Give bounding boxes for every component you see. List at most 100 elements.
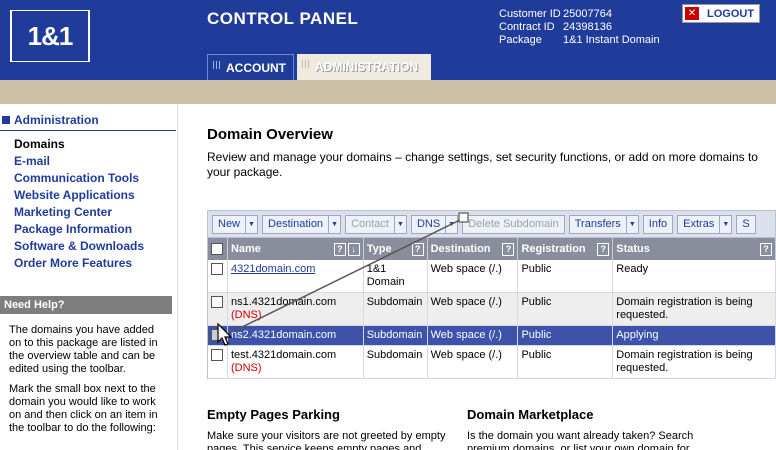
chevron-down-icon[interactable]: ▼: [625, 215, 638, 233]
select-all-cell: [208, 238, 228, 260]
domain-name-cell: ns1.4321domain.com (DNS): [228, 293, 364, 325]
brand-logo[interactable]: 1&1: [8, 8, 92, 64]
help-icon[interactable]: ?: [333, 242, 346, 256]
column-header-name[interactable]: Name? ↓: [228, 238, 364, 260]
sidebar-heading[interactable]: Administration: [2, 113, 99, 127]
extras-button-label: Extras: [683, 218, 715, 230]
chevron-down-icon[interactable]: ▼: [719, 215, 731, 233]
package-value: 1&1 Instant Domain: [563, 34, 660, 46]
status-cell: Domain registration is being requested.: [613, 293, 776, 325]
help-icon[interactable]: ?: [411, 242, 424, 256]
sidebar-item-order-more-features[interactable]: Order More Features: [14, 255, 144, 272]
chevron-down-icon[interactable]: ▼: [328, 215, 340, 233]
dns-tag: (DNS): [230, 309, 262, 321]
transfers-button[interactable]: Transfers ▼: [568, 214, 639, 234]
info-button-label: Info: [648, 218, 668, 230]
help-paragraph: Mark the small box next to the domain yo…: [9, 383, 158, 434]
tab-administration[interactable]: ADMINISTRATION: [297, 54, 431, 80]
domain-name-cell: 4321domain.com: [228, 260, 364, 292]
chevron-down-icon[interactable]: ▼: [445, 215, 457, 233]
registration-cell: Public: [518, 260, 614, 292]
column-header-label: Type: [366, 243, 392, 255]
empty-pages-parking-text: Make sure your visitors are not greeted …: [207, 430, 446, 450]
page-title: Domain Overview: [207, 126, 333, 143]
tab-account[interactable]: ACCOUNT: [207, 54, 294, 80]
sidebar-item-package-information[interactable]: Package Information: [14, 221, 144, 238]
destination-button[interactable]: Destination ▼: [262, 214, 342, 234]
row-checkbox[interactable]: [211, 263, 223, 275]
help-icon[interactable]: ?: [502, 242, 515, 256]
info-button[interactable]: Info: [642, 214, 674, 234]
column-header-registration[interactable]: Registration?: [518, 238, 614, 260]
new-button-label: New: [218, 218, 241, 230]
domain-name: test.4321domain.com: [230, 349, 337, 361]
row-select-cell: [208, 293, 228, 325]
table-row[interactable]: ns2.4321domain.com Subdomain Web space (…: [208, 326, 776, 346]
registration-cell: Public: [518, 293, 614, 325]
column-header-label: Registration: [521, 243, 586, 255]
more-button[interactable]: S: [736, 214, 756, 234]
extras-button[interactable]: Extras ▼: [677, 214, 733, 234]
type-cell: Subdomain: [364, 346, 428, 378]
sidebar-item-email[interactable]: E-mail: [14, 153, 144, 170]
sidebar-item-software-downloads[interactable]: Software & Downloads: [14, 238, 144, 255]
table-row[interactable]: ns1.4321domain.com (DNS) Subdomain Web sp…: [208, 293, 776, 326]
help-heading: Need Help?: [0, 296, 172, 314]
table-row[interactable]: 4321domain.com 1&1 Domain Web space (/.)…: [208, 260, 776, 293]
customer-info: Customer ID 25007764 Contract ID 24398136 …: [499, 8, 660, 47]
customer-id-value: 25007764: [563, 8, 612, 20]
column-header-destination[interactable]: Destination?: [428, 238, 519, 260]
chevron-down-icon[interactable]: ▼: [393, 215, 406, 233]
column-header-status[interactable]: Status?: [613, 238, 776, 260]
column-header-label: Status: [616, 243, 650, 255]
domain-name: ns1.4321domain.com: [230, 296, 337, 308]
destination-cell: Web space (/.): [428, 293, 519, 325]
package-label: Package: [499, 34, 542, 46]
empty-pages-parking-title: Empty Pages Parking: [207, 407, 340, 422]
row-checkbox[interactable]: [211, 296, 223, 308]
header-bar: 1&1 CONTROL PANEL Customer ID 25007764 Co…: [0, 0, 776, 80]
sidebar-item-marketing-center[interactable]: Marketing Center: [14, 204, 144, 221]
row-select-cell: [208, 260, 228, 292]
type-cell: Subdomain: [364, 326, 428, 345]
mouse-cursor-icon: [217, 322, 233, 346]
minus-icon: [2, 116, 10, 124]
logout-button[interactable]: ✕ LOGOUT: [682, 4, 760, 23]
help-icon[interactable]: ?: [597, 242, 610, 256]
brand-logo-text: 1&1: [12, 11, 88, 61]
domain-table: Name? ↓ Type? Destination? Registration? …: [207, 238, 776, 379]
type-cell: 1&1 Domain: [364, 260, 428, 292]
status-cell: Domain registration is being requested.: [613, 346, 776, 378]
sidebar-nav: Domains E-mail Communication Tools Websi…: [14, 136, 144, 272]
dns-button[interactable]: DNS ▼: [410, 214, 459, 234]
domain-name-cell: ns2.4321domain.com: [228, 326, 364, 345]
customer-id-label: Customer ID: [499, 8, 561, 20]
sidebar-item-communication-tools[interactable]: Communication Tools: [14, 170, 144, 187]
dns-tag: (DNS): [230, 362, 262, 374]
help-paragraph: The domains you have added on to this pa…: [9, 324, 158, 375]
help-icon[interactable]: ?: [759, 242, 772, 256]
table-row[interactable]: test.4321domain.com (DNS) Subdomain Web s…: [208, 346, 776, 379]
divider: [0, 130, 176, 131]
tab-grip-icon: [213, 61, 221, 69]
sidebar-item-website-applications[interactable]: Website Applications: [14, 187, 144, 204]
domain-marketplace-text: Is the domain you want already taken? Se…: [467, 430, 694, 450]
contact-button[interactable]: Contact ▼: [345, 214, 407, 234]
registration-cell: Public: [518, 346, 614, 378]
select-all-checkbox[interactable]: [211, 243, 223, 255]
type-cell: Subdomain: [364, 293, 428, 325]
sidebar-item-domains[interactable]: Domains: [14, 136, 144, 153]
chevron-down-icon[interactable]: ▼: [245, 215, 257, 233]
tab-grip-icon: [302, 60, 310, 68]
dns-button-label: DNS: [416, 218, 441, 230]
contact-button-label: Contact: [351, 218, 389, 230]
column-header-type[interactable]: Type?: [364, 238, 428, 260]
control-panel-title: CONTROL PANEL: [207, 9, 359, 28]
more-button-label: S: [742, 218, 750, 230]
delete-subdomain-button[interactable]: Delete Subdomain: [462, 214, 565, 234]
domain-link[interactable]: 4321domain.com: [231, 263, 315, 275]
column-header-label: Destination: [430, 243, 491, 255]
row-checkbox[interactable]: [211, 349, 223, 361]
sort-down-icon[interactable]: ↓: [347, 242, 360, 256]
new-button[interactable]: New ▼: [212, 214, 259, 234]
